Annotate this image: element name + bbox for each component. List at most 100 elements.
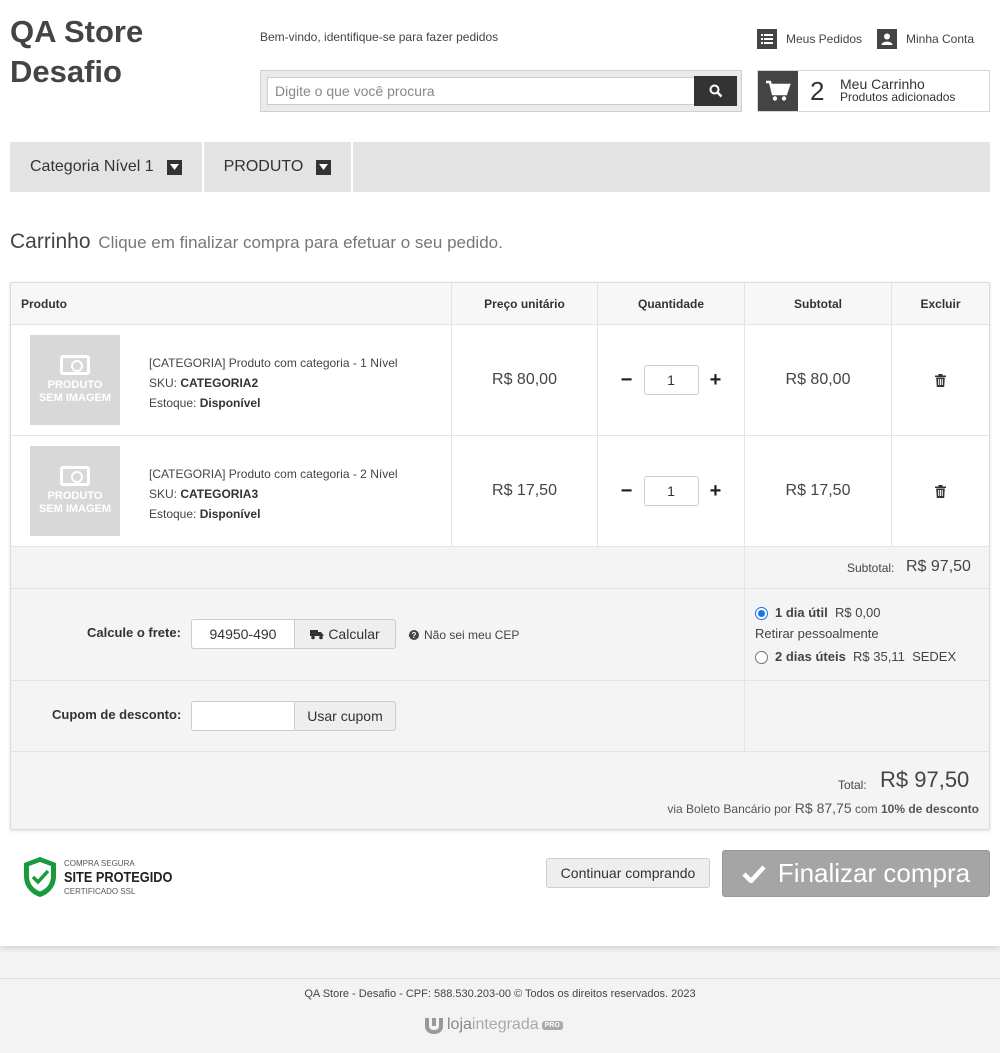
apply-coupon-button[interactable]: Usar cupom xyxy=(294,701,396,731)
nav-item-categoria-nivel-1[interactable]: Categoria Nível 1 xyxy=(10,142,204,192)
brand-pro-badge: PRO xyxy=(541,1020,563,1030)
cart-icon xyxy=(758,71,798,111)
product-name-link[interactable]: [CATEGORIA] Produto com categoria - 1 Ní… xyxy=(149,353,398,373)
shipping-option-1[interactable]: 1 dia útil R$ 0,00 xyxy=(755,605,881,621)
shipping-price: R$ 35,11 xyxy=(853,649,905,664)
cart-title-text: Carrinho xyxy=(10,230,91,253)
brand-part-1: loja xyxy=(447,1016,472,1033)
boleto-discount: 10% de desconto xyxy=(880,802,979,816)
placeholder-line-1: PRODUTO xyxy=(47,379,103,391)
shipping-options: 1 dia útil R$ 0,00 Retirar pessoalmente … xyxy=(744,589,989,680)
list-icon xyxy=(757,29,777,49)
coupon-input[interactable] xyxy=(191,701,295,731)
platform-logo[interactable]: loja integrada PRO xyxy=(424,1016,563,1034)
seal-bottom-text: CERTIFICADO SSL xyxy=(64,886,136,896)
seal-title: SITE PROTEGIDO xyxy=(64,868,173,886)
quantity-stepper: − + xyxy=(616,365,727,395)
subtotal-cell: R$ 17,50 xyxy=(745,436,892,546)
search-input[interactable] xyxy=(267,77,695,105)
shipping-label: Calcule o frete: xyxy=(87,625,181,640)
finish-label: Finalizar compra xyxy=(777,858,971,888)
brand-part-2: integrada xyxy=(471,1016,539,1033)
placeholder-line-1: PRODUTO xyxy=(47,490,103,502)
stock-label: Estoque: xyxy=(149,507,197,521)
shipping-days: 1 dia útil xyxy=(775,605,828,620)
decrease-quantity-button[interactable]: − xyxy=(616,370,638,390)
quantity-input[interactable] xyxy=(643,476,699,506)
footer-copyright: QA Store - Desafio - CPF: 588.530.203-00… xyxy=(304,988,696,1000)
sku-label: SKU: xyxy=(149,376,178,390)
unit-price: R$ 17,50 xyxy=(492,482,557,499)
store-logo[interactable]: QA Store Desafio xyxy=(10,12,230,92)
continue-shopping-button[interactable]: Continuar comprando xyxy=(546,858,710,888)
camera-icon xyxy=(60,466,90,486)
subtotal-label: Subtotal: xyxy=(847,561,895,575)
radio-unselected[interactable] xyxy=(755,651,768,665)
shipping-carrier: SEDEX xyxy=(912,649,957,664)
product-cell: PRODUTO SEM IMAGEM [CATEGORIA] Produto c… xyxy=(11,325,452,435)
trash-icon[interactable] xyxy=(935,373,946,387)
shipping-option-2[interactable]: 2 dias úteis R$ 35,11 SEDEX xyxy=(755,649,957,665)
unit-price-cell: R$ 17,50 xyxy=(452,436,598,546)
category-nav: Categoria Nível 1 PRODUTO xyxy=(10,142,990,192)
my-orders-link[interactable]: Meus Pedidos xyxy=(757,29,862,49)
placeholder-line-2: SEM IMAGEM xyxy=(38,392,112,404)
decrease-quantity-button[interactable]: − xyxy=(616,481,638,501)
total-label: Total: xyxy=(838,778,867,792)
increase-quantity-button[interactable]: + xyxy=(705,370,727,390)
check-icon xyxy=(742,864,766,883)
header-subtotal: Subtotal xyxy=(745,283,892,325)
shipping-days: 2 dias úteis xyxy=(775,649,846,664)
shield-check-icon xyxy=(24,857,56,897)
calculate-label: Calcular xyxy=(328,626,380,642)
increase-quantity-button[interactable]: + xyxy=(705,481,727,501)
product-sku: CATEGORIA3 xyxy=(180,487,259,501)
product-image-placeholder[interactable]: PRODUTO SEM IMAGEM xyxy=(30,446,120,536)
subtotal-row: Subtotal: R$ 97,50 xyxy=(11,547,989,589)
cep-input[interactable] xyxy=(191,619,295,649)
row-subtotal: R$ 17,50 xyxy=(785,482,851,499)
calculate-shipping-button[interactable]: Calcular xyxy=(294,619,396,649)
header-unit-price: Preço unitário xyxy=(452,283,598,325)
search-button[interactable] xyxy=(694,76,737,106)
product-name-link[interactable]: [CATEGORIA] Produto com categoria - 2 Ní… xyxy=(149,464,398,484)
chevron-down-icon xyxy=(166,159,182,175)
trash-icon[interactable] xyxy=(935,484,946,498)
seal-top-text: COMPRA SEGURA xyxy=(64,858,135,868)
my-account-label: Minha Conta xyxy=(906,32,975,46)
my-account-link[interactable]: Minha Conta xyxy=(877,29,974,49)
total-value: R$ 97,50 xyxy=(880,767,970,792)
boleto-with: com xyxy=(854,802,878,816)
mini-cart[interactable]: 2 Meu Carrinho Produtos adicionados xyxy=(757,70,990,112)
table-row: PRODUTO SEM IMAGEM [CATEGORIA] Produto c… xyxy=(11,325,989,436)
boleto-note: via Boleto Bancário por R$ 87,75 com 10%… xyxy=(667,800,979,816)
shipping-price: R$ 0,00 xyxy=(834,605,881,620)
subtotal-box: Subtotal: R$ 97,50 xyxy=(744,547,989,588)
cart-subtitle: Produtos adicionados xyxy=(840,90,956,104)
truck-icon xyxy=(310,629,324,639)
quantity-input[interactable] xyxy=(643,365,699,395)
header-remove: Excluir xyxy=(892,283,989,325)
shipping-row: Calcule o frete: Calcular ? Não sei meu … xyxy=(11,589,989,681)
no-cep-link[interactable]: ? Não sei meu CEP xyxy=(409,628,519,642)
stock-label: Estoque: xyxy=(149,396,197,410)
nav-item-produto[interactable]: PRODUTO xyxy=(204,142,354,192)
header-product: Produto xyxy=(11,283,452,325)
shipping-note: Retirar pessoalmente xyxy=(755,626,879,641)
boleto-prefix: via Boleto Bancário por xyxy=(667,802,792,816)
table-row: PRODUTO SEM IMAGEM [CATEGORIA] Produto c… xyxy=(11,436,989,547)
coupon-label: Cupom de desconto: xyxy=(52,707,182,722)
camera-icon xyxy=(60,355,90,375)
subtotal-cell: R$ 80,00 xyxy=(745,325,892,435)
finish-purchase-button[interactable]: Finalizar compra xyxy=(722,850,990,897)
my-orders-label: Meus Pedidos xyxy=(786,32,863,46)
chevron-down-icon xyxy=(316,159,332,175)
row-subtotal: R$ 80,00 xyxy=(785,371,851,388)
product-image-placeholder[interactable]: PRODUTO SEM IMAGEM xyxy=(30,335,120,425)
loja-integrada-logo-icon xyxy=(425,1018,443,1034)
radio-selected[interactable] xyxy=(755,607,768,621)
sku-label: SKU: xyxy=(149,487,178,501)
product-cell: PRODUTO SEM IMAGEM [CATEGORIA] Produto c… xyxy=(11,436,452,546)
total-row: Total: R$ 97,50 via Boleto Bancário por … xyxy=(11,752,989,829)
unit-price: R$ 80,00 xyxy=(492,371,557,388)
